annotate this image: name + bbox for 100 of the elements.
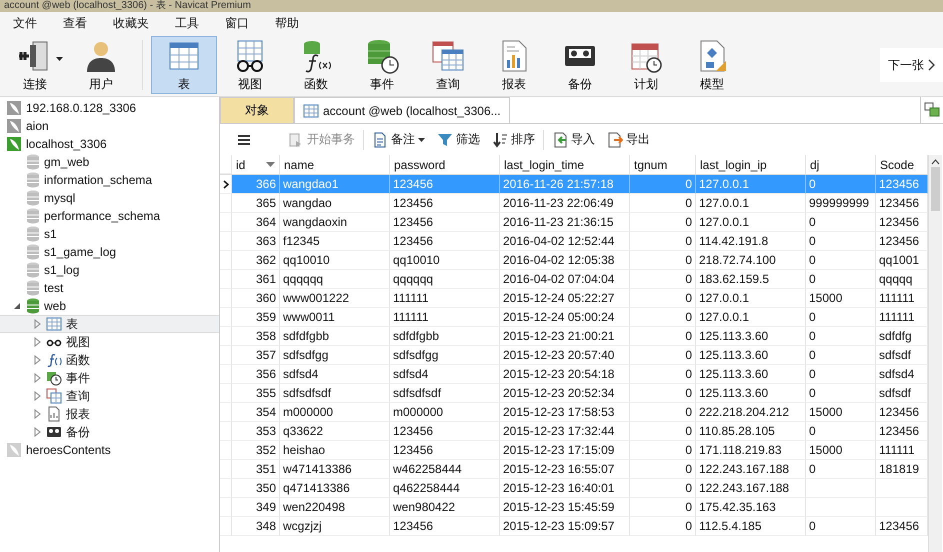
database-name[interactable]: s1_game_log xyxy=(44,245,116,259)
caret-icon xyxy=(56,57,63,61)
table-cell: 0 xyxy=(806,175,876,194)
table-cell: 0 xyxy=(630,346,696,365)
ribbon-button[interactable]: 连接 xyxy=(2,36,68,94)
ribbon-button[interactable]: 模型 xyxy=(679,36,745,94)
database-name[interactable]: mysql xyxy=(44,191,76,205)
table-cell: 2015-12-24 05:00:24 xyxy=(500,308,630,327)
row-header-cell xyxy=(220,422,232,441)
table-cell: 353 xyxy=(232,422,280,441)
table-cell: 349 xyxy=(232,498,280,517)
table-cell: 0 xyxy=(630,384,696,403)
note-icon xyxy=(372,132,388,148)
table-cell: sdfsd4 xyxy=(390,365,500,384)
table-icon xyxy=(46,316,62,332)
backup-icon xyxy=(46,424,62,440)
windows-icon[interactable] xyxy=(924,102,940,118)
ribbon-button[interactable]: 表 xyxy=(151,36,217,94)
table-cell: wangdao xyxy=(280,194,390,213)
menu-item[interactable]: 工具 xyxy=(162,14,212,32)
database-name[interactable]: s1_log xyxy=(44,263,80,277)
expanded-arrow-icon[interactable] xyxy=(12,301,22,311)
ribbon-button[interactable]: 报表 xyxy=(481,36,547,94)
connection-name[interactable]: aion xyxy=(26,119,49,133)
row-header-cell xyxy=(220,327,232,346)
ribbon-button[interactable]: 函数 xyxy=(283,36,349,94)
row-header-cell xyxy=(220,384,232,403)
table-cell: 355 xyxy=(232,384,280,403)
table-cell: w471413386 xyxy=(280,460,390,479)
report-icon xyxy=(46,406,62,422)
menu-item[interactable]: 文件 xyxy=(0,14,50,32)
connection-name[interactable]: localhost_3306 xyxy=(26,137,107,151)
table-cell xyxy=(806,479,876,498)
table-cell: 360 xyxy=(232,289,280,308)
table-cell: 2016-11-26 21:57:18 xyxy=(500,175,630,194)
object-type-item[interactable]: 视图 xyxy=(66,334,90,350)
tab[interactable]: account @web (localhost_3306... xyxy=(294,97,510,123)
ribbon-button[interactable]: 查询 xyxy=(415,36,481,94)
menu-item[interactable]: 帮助 xyxy=(262,14,312,32)
database-name[interactable]: information_schema xyxy=(44,173,152,187)
object-type-item[interactable]: 表 xyxy=(66,316,78,332)
scrollbar[interactable] xyxy=(928,155,942,552)
table-cell: 122.243.167.188 xyxy=(696,460,806,479)
menu-item[interactable]: 收藏夹 xyxy=(100,14,162,32)
scroll-up-icon[interactable] xyxy=(931,159,940,165)
table-cell: 123456 xyxy=(390,517,500,536)
column-header[interactable]: id xyxy=(232,155,280,174)
column-header[interactable]: last_login_time xyxy=(500,155,630,174)
object-type-item[interactable]: 事件 xyxy=(66,370,90,386)
table-cell: 111111 xyxy=(390,289,500,308)
column-header[interactable]: name xyxy=(280,155,390,174)
table-cell: wen220498 xyxy=(280,498,390,517)
table-cell: 0 xyxy=(630,175,696,194)
database-name[interactable]: web xyxy=(44,299,66,313)
ribbon-button[interactable]: 视图 xyxy=(217,36,283,94)
table-cell: sdfdfgbb xyxy=(390,327,500,346)
table-cell: 175.42.35.163 xyxy=(696,498,806,517)
object-type-item[interactable]: 查询 xyxy=(66,388,90,404)
connection-name[interactable]: 192.168.0.128_3306 xyxy=(26,101,136,115)
filter-button[interactable]: 筛选 xyxy=(433,129,484,150)
table-cell: 127.0.0.1 xyxy=(696,213,806,232)
table-cell: 2015-12-23 16:40:01 xyxy=(500,479,630,498)
database-name[interactable]: performance_schema xyxy=(44,209,160,223)
scrollbar-thumb[interactable] xyxy=(931,167,940,211)
ribbon-button[interactable]: 计划 xyxy=(613,36,679,94)
note-button[interactable]: 备注 xyxy=(368,129,429,150)
column-header[interactable]: tgnum xyxy=(630,155,696,174)
ribbon-button[interactable]: 备份 xyxy=(547,36,613,94)
column-header[interactable]: last_login_ip xyxy=(696,155,806,174)
filter-icon xyxy=(437,132,453,148)
table-cell: 112.5.4.185 xyxy=(696,517,806,536)
table-cell: 358 xyxy=(232,327,280,346)
object-type-item[interactable]: 备份 xyxy=(66,424,90,440)
database-name[interactable]: gm_web xyxy=(44,155,90,169)
row-header-cell xyxy=(220,365,232,384)
table-cell: 123456 xyxy=(390,422,500,441)
menu-item[interactable]: 查看 xyxy=(50,14,100,32)
menu-item[interactable]: 窗口 xyxy=(212,14,262,32)
export-button[interactable]: 导出 xyxy=(603,129,654,150)
ribbon-button[interactable]: 用户 xyxy=(68,36,134,94)
connection-name[interactable]: heroesContents xyxy=(26,443,111,457)
database-name[interactable]: s1 xyxy=(44,227,57,241)
function-icon xyxy=(46,352,62,368)
ribbon-button[interactable]: 事件 xyxy=(349,36,415,94)
database-name[interactable]: test xyxy=(44,281,64,295)
table-cell: qq10010 xyxy=(390,251,500,270)
column-header[interactable]: dj xyxy=(806,155,876,174)
table-cell: 2015-12-23 15:09:57 xyxy=(500,517,630,536)
sort-button[interactable]: 排序 xyxy=(488,129,539,150)
object-type-item[interactable]: 报表 xyxy=(66,406,90,422)
column-header[interactable]: password xyxy=(390,155,500,174)
object-type-item[interactable]: 函数 xyxy=(66,352,90,368)
table-cell: 122.243.167.188 xyxy=(696,479,806,498)
table-cell: 0 xyxy=(630,365,696,384)
next-button[interactable]: 下一张 xyxy=(880,48,943,82)
table-cell: 111111 xyxy=(390,308,500,327)
import-button[interactable]: 导入 xyxy=(548,129,599,150)
tab[interactable]: 对象 xyxy=(220,97,294,123)
table-cell: 2016-04-02 12:05:38 xyxy=(500,251,630,270)
table-cell: 123456 xyxy=(390,213,500,232)
